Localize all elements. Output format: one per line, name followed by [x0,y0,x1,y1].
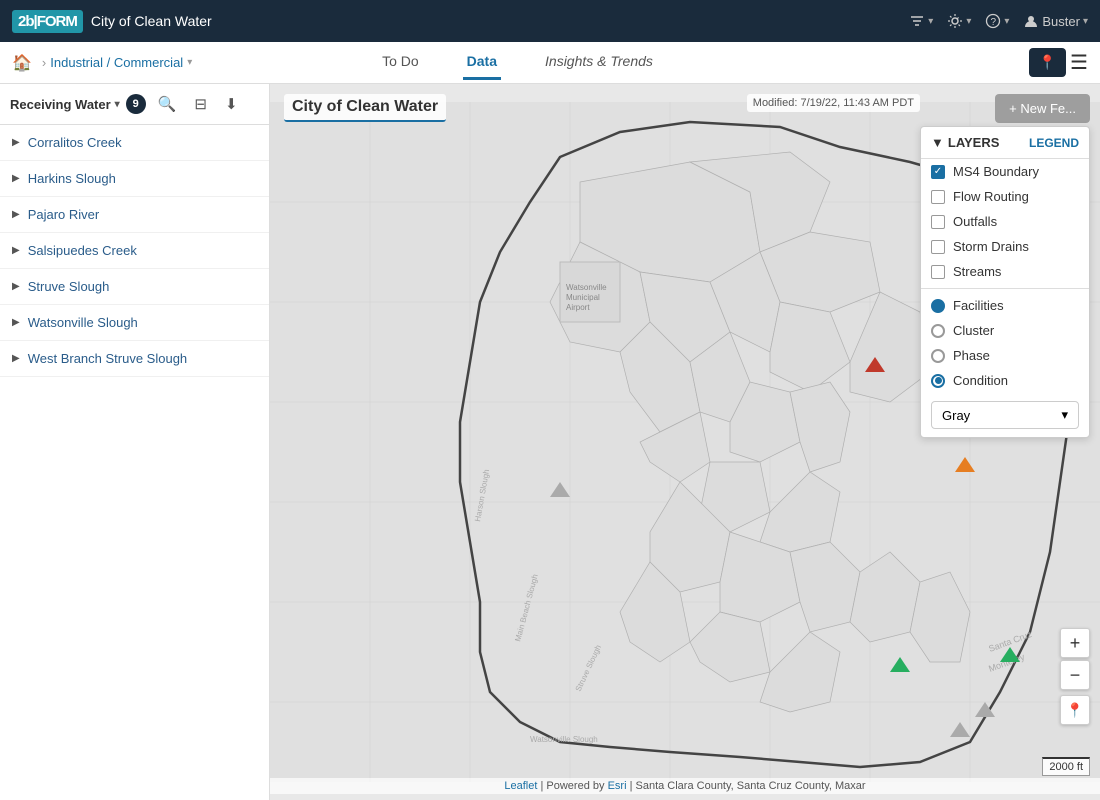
legend-button[interactable]: LEGEND [1029,136,1079,150]
layers-title: ▼ LAYERS [931,135,999,150]
map-area: City of Clean Water Modified: 7/19/22, 1… [270,84,1100,800]
zoom-out-button[interactable]: − [1060,660,1090,690]
tab-todo[interactable]: To Do [378,45,423,80]
flow-checkbox[interactable] [931,190,945,204]
content-area: Receiving Water ▾ 9 🔍 ⊟ ⬇ ▶Corralitos Cr… [0,84,1100,800]
app-logo: 2b|FORM [12,10,83,33]
facilities-label-row: Facilities [921,293,1089,318]
map-pin-button[interactable]: 📍 [1029,48,1066,77]
add-feature-button[interactable]: + New Fe... [995,94,1090,123]
phase-radio[interactable] [931,349,945,363]
sort-button[interactable]: ▾ [909,13,933,29]
layer-outfalls[interactable]: Outfalls [921,209,1089,234]
sidebar-item-harkins-slough[interactable]: ▶Harkins Slough [0,161,269,197]
layers-divider [921,288,1089,289]
breadcrumb-bar: 🏠 › Industrial / Commercial ▾ To Do Data… [0,42,1100,84]
hamburger-button[interactable]: ☰ [1070,50,1088,75]
tab-insights[interactable]: Insights & Trends [541,45,657,80]
nav-right-controls: ▾ ▾ ? ▾ Buster ▾ [909,13,1088,29]
settings-button[interactable]: ▾ [947,13,971,29]
logo-area: 2b|FORM City of Clean Water [12,10,212,33]
cluster-radio[interactable] [931,324,945,338]
layer-storm[interactable]: Storm Drains [921,234,1089,259]
svg-text:Watsonville Slough: Watsonville Slough [530,735,598,744]
receiving-water-button[interactable]: Receiving Water ▾ [10,97,120,112]
sidebar-item-corralitos-creek[interactable]: ▶Corralitos Creek [0,125,269,161]
map-modified-label: Modified: 7/19/22, 11:43 AM PDT [747,94,920,112]
user-menu[interactable]: Buster ▾ [1023,13,1088,29]
sidebar-item-pajaro-river[interactable]: ▶Pajaro River [0,197,269,233]
sidebar-item-watsonville-slough[interactable]: ▶Watsonville Slough [0,305,269,341]
tab-data[interactable]: Data [463,45,501,80]
sidebar-item-struve-slough[interactable]: ▶Struve Slough [0,269,269,305]
zoom-controls: + − [1060,628,1090,690]
main-tabs: To Do Data Insights & Trends [378,45,657,80]
search-icon[interactable]: 🔍 [152,92,183,116]
radio-cluster[interactable]: Cluster [921,318,1089,343]
breadcrumb-item[interactable]: Industrial / Commercial ▾ [50,55,192,70]
breadcrumb-label: Industrial / Commercial [50,55,183,70]
filter-icon[interactable]: ⊟ [188,92,213,116]
sidebar-list: ▶Corralitos Creek▶Harkins Slough▶Pajaro … [0,125,269,800]
credits-label: | Santa Clara County, Santa Cruz County,… [630,780,866,792]
esri-label[interactable]: Esri [608,780,627,792]
radio-phase[interactable]: Phase [921,343,1089,368]
layer-flow[interactable]: Flow Routing [921,184,1089,209]
user-name-label: Buster [1042,14,1080,29]
powered-by-label: | Powered by [540,780,604,792]
download-icon[interactable]: ⬇ [219,92,244,116]
sidebar-item-west-branch-struve-slough[interactable]: ▶West Branch Struve Slough [0,341,269,377]
sidebar: Receiving Water ▾ 9 🔍 ⊟ ⬇ ▶Corralitos Cr… [0,84,270,800]
outfalls-checkbox[interactable] [931,215,945,229]
sidebar-item-salsipuedes-creek[interactable]: ▶Salsipuedes Creek [0,233,269,269]
sidebar-toolbar: Receiving Water ▾ 9 🔍 ⊟ ⬇ [0,84,269,125]
svg-text:?: ? [991,17,997,28]
map-title: City of Clean Water [284,94,446,122]
layer-ms4[interactable]: MS4 Boundary [921,159,1089,184]
layers-panel: ▼ LAYERS LEGEND MS4 Boundary Flow Routin… [920,126,1090,438]
basemap-selector[interactable]: Gray ▾ [931,401,1079,429]
scale-bar: 2000 ft [1042,757,1090,776]
help-button[interactable]: ? ▾ [985,13,1009,29]
app-title: City of Clean Water [91,13,212,29]
svg-text:Municipal: Municipal [566,293,600,302]
breadcrumb-separator: › [42,55,46,70]
condition-radio[interactable] [931,374,945,388]
location-button[interactable]: 📍 [1060,695,1090,725]
home-button[interactable]: 🏠 [12,53,32,73]
ms4-checkbox[interactable] [931,165,945,179]
leaflet-label[interactable]: Leaflet [504,780,537,792]
svg-text:Airport: Airport [566,303,590,312]
layer-streams[interactable]: Streams [921,259,1089,284]
radio-condition[interactable]: Condition [921,368,1089,393]
streams-checkbox[interactable] [931,265,945,279]
facilities-dot [931,299,945,313]
storm-checkbox[interactable] [931,240,945,254]
count-badge: 9 [126,94,146,114]
svg-text:Watsonville: Watsonville [566,283,607,292]
attribution: Leaflet | Powered by Esri | Santa Clara … [270,778,1100,794]
layers-header: ▼ LAYERS LEGEND [921,127,1089,159]
top-navigation: 2b|FORM City of Clean Water ▾ ▾ ? ▾ Bust… [0,0,1100,42]
zoom-in-button[interactable]: + [1060,628,1090,658]
